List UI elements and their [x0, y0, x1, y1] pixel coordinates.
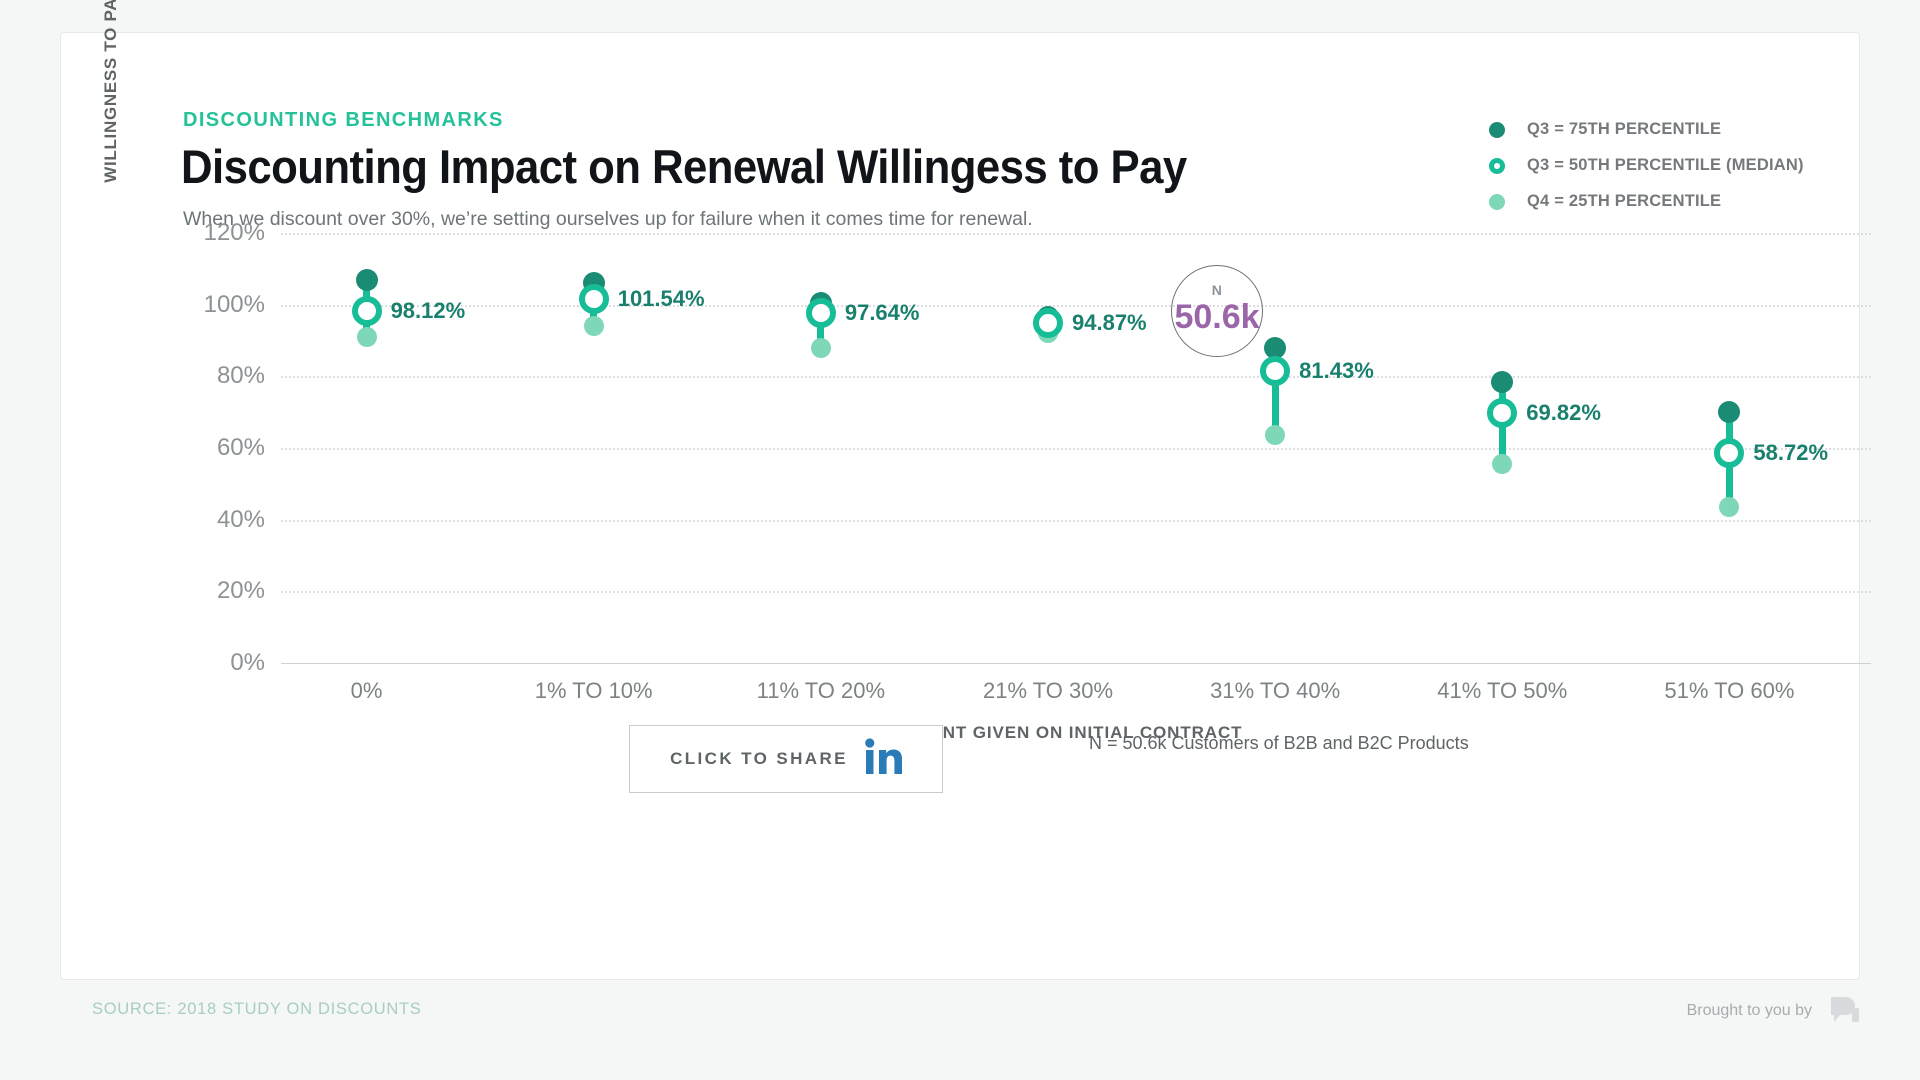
x-axis-title: % DISCOUNT GIVEN ON INITIAL CONTRACT	[221, 723, 1871, 743]
point-q1-25th	[584, 316, 604, 336]
brought-to-you-by-label: Brought to you by	[1687, 1002, 1812, 1020]
y-axis-tick-label: 0%	[133, 649, 265, 677]
x-axis-tick-label: 31% TO 40%	[1210, 678, 1340, 704]
chart-eyebrow: DISCOUNTING BENCHMARKS	[183, 109, 504, 132]
point-median-50th	[806, 298, 836, 328]
chart-legend: Q3 = 75TH PERCENTILE Q3 = 50TH PERCENTIL…	[1489, 113, 1869, 221]
x-axis-line	[281, 663, 1871, 664]
median-value-label: 97.64%	[845, 300, 920, 326]
chart-subtitle: When we discount over 30%, we’re setting…	[183, 208, 1033, 231]
median-value-label: 101.54%	[618, 286, 705, 312]
legend-item-q1: Q4 = 25TH PERCENTILE	[1489, 185, 1869, 221]
point-q3-75th	[1718, 401, 1740, 423]
grid-line	[281, 233, 1871, 235]
y-axis-tick-label: 120%	[133, 219, 265, 247]
grid-line	[281, 520, 1871, 522]
median-value-label: 81.43%	[1299, 358, 1374, 384]
x-axis-tick-label: 51% TO 60%	[1664, 678, 1794, 704]
y-axis-tick-label: 20%	[133, 577, 265, 605]
legend-swatch-filled-icon	[1489, 122, 1505, 138]
grid-line	[281, 305, 1871, 307]
y-axis-tick-label: 100%	[133, 291, 265, 319]
point-median-50th	[1260, 356, 1290, 386]
point-median-50th	[352, 296, 382, 326]
point-median-50th	[1714, 438, 1744, 468]
chart-title: Discounting Impact on Renewal Willingess…	[181, 139, 1187, 194]
profitwell-logo	[1828, 994, 1862, 1031]
share-button-label: CLICK TO SHARE	[670, 749, 848, 769]
linkedin-icon	[864, 738, 902, 781]
x-axis-tick-label: 0%	[351, 678, 383, 704]
point-q3-75th	[1491, 371, 1513, 393]
legend-item-q3: Q3 = 75TH PERCENTILE	[1489, 113, 1869, 149]
grid-line	[281, 376, 1871, 378]
grid-line	[281, 448, 1871, 450]
point-q1-25th	[1719, 497, 1739, 517]
chart-card: DISCOUNTING BENCHMARKS Discounting Impac…	[60, 32, 1860, 980]
chart-footnote: N = 50.6k Customers of B2B and B2C Produ…	[1089, 733, 1469, 754]
sample-size-badge: N 50.6k	[1171, 265, 1263, 357]
legend-label: Q3 = 50TH PERCENTILE (MEDIAN)	[1527, 156, 1804, 175]
y-axis-title: WILLINGNESS TO PAY AT RENEWAL AS % OF OR…	[101, 0, 121, 193]
point-q1-25th	[357, 327, 377, 347]
click-to-share-button[interactable]: CLICK TO SHARE	[629, 725, 943, 793]
x-axis-tick-label: 41% TO 50%	[1437, 678, 1567, 704]
point-median-50th	[1487, 398, 1517, 428]
chart-page: DISCOUNTING BENCHMARKS Discounting Impac…	[0, 0, 1920, 1080]
x-axis-tick-label: 21% TO 30%	[983, 678, 1113, 704]
legend-swatch-ring-icon	[1489, 158, 1505, 174]
grid-line	[281, 591, 1871, 593]
point-q1-25th	[811, 338, 831, 358]
legend-label: Q3 = 75TH PERCENTILE	[1527, 120, 1721, 139]
source-note: SOURCE: 2018 STUDY ON DISCOUNTS	[92, 1000, 421, 1019]
sample-size-value: 50.6k	[1172, 298, 1262, 337]
x-axis-tick-label: 1% TO 10%	[535, 678, 653, 704]
y-axis-tick-label: 80%	[133, 362, 265, 390]
median-value-label: 94.87%	[1072, 310, 1147, 336]
plot-area: 0%20%40%60%80%100%120%0%98.12%1% TO 10%1…	[221, 233, 1871, 663]
legend-swatch-filled-icon	[1489, 194, 1505, 210]
point-q1-25th	[1265, 425, 1285, 445]
x-axis-tick-label: 11% TO 20%	[757, 678, 885, 704]
point-median-50th	[1033, 308, 1063, 338]
point-q3-75th	[356, 269, 378, 291]
median-value-label: 98.12%	[391, 298, 466, 324]
median-value-label: 69.82%	[1526, 400, 1601, 426]
point-q1-25th	[1492, 454, 1512, 474]
legend-item-median: Q3 = 50TH PERCENTILE (MEDIAN)	[1489, 149, 1869, 185]
median-value-label: 58.72%	[1753, 440, 1828, 466]
point-median-50th	[579, 284, 609, 314]
y-axis-tick-label: 60%	[133, 434, 265, 462]
sample-size-label: N	[1172, 282, 1262, 298]
y-axis-tick-label: 40%	[133, 506, 265, 534]
legend-label: Q4 = 25TH PERCENTILE	[1527, 192, 1721, 211]
